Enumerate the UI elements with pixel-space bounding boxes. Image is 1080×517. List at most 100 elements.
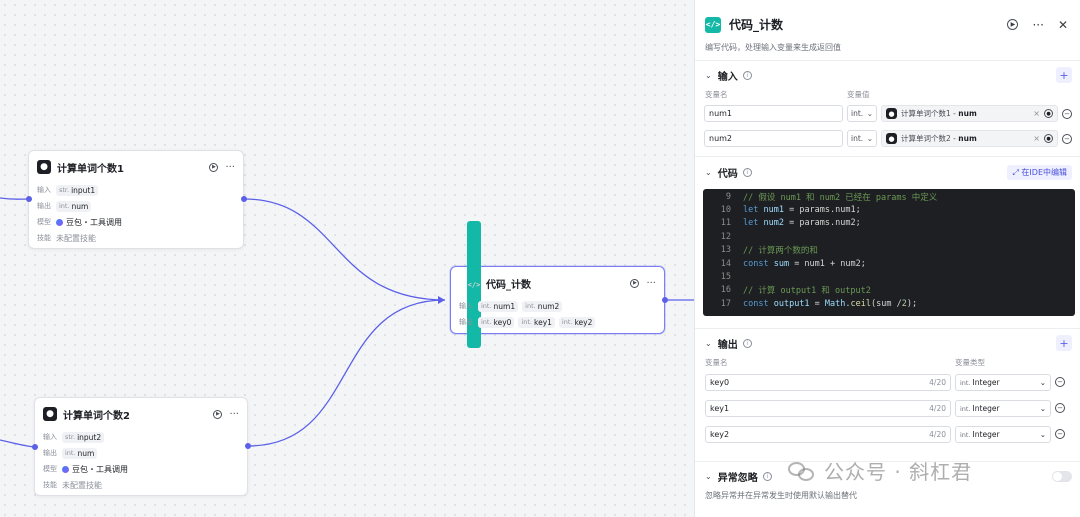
node-model-row: 模型 豆包・工具调用 <box>43 464 128 474</box>
input-section-header: ⌄ 输入 i + <box>695 61 1080 89</box>
output-tag: int. key0 <box>478 316 515 328</box>
input-type-select[interactable]: int. ⌄ <box>847 130 877 147</box>
code-line: 13// 计算两个数的和 <box>720 245 818 257</box>
chevron-down-icon[interactable]: ⌄ <box>705 168 712 177</box>
clear-icon[interactable]: × <box>1033 134 1040 143</box>
output-row: key2 4/20 int. Integer ⌄ − <box>695 421 1080 447</box>
add-output-button[interactable]: + <box>1056 335 1072 351</box>
info-icon[interactable]: i <box>742 167 752 177</box>
input-type-select[interactable]: int. ⌄ <box>847 105 877 122</box>
node-output-row: 输出 int. num <box>37 198 235 214</box>
target-icon[interactable]: ● <box>1044 134 1053 143</box>
chevron-down-icon: ⌄ <box>1039 429 1046 439</box>
more-icon[interactable]: ··· <box>646 278 656 289</box>
node-title: 计算单词个数1 <box>57 163 124 175</box>
bot-icon: ● <box>886 108 897 119</box>
code-editor[interactable]: 9// 假设 num1 和 num2 已经在 params 中定义 10 let … <box>703 189 1075 316</box>
ignore-error-toggle[interactable] <box>1052 470 1072 482</box>
model-icon <box>62 465 69 473</box>
code-icon: </> <box>467 220 481 348</box>
port-out-count2[interactable] <box>245 443 251 449</box>
model-icon <box>56 218 63 226</box>
input-column-headers: 变量名 变量值 <box>705 90 870 99</box>
output-type-select[interactable]: int. Integer ⌄ <box>955 399 1051 417</box>
remove-input-button[interactable]: − <box>1062 133 1072 144</box>
edge-in-count2 <box>0 439 36 448</box>
output-section-header: ⌄ 输出 i + <box>695 329 1080 357</box>
remove-output-button[interactable]: − <box>1055 377 1065 387</box>
panel-description: 编写代码，处理输入变量来生成返回值 <box>705 43 841 52</box>
remove-output-button[interactable]: − <box>1055 429 1065 439</box>
code-line: 9// 假设 num1 和 num2 已经在 params 中定义 <box>725 191 938 203</box>
run-icon[interactable]: ▶ <box>1007 19 1019 30</box>
chevron-down-icon: ⌄ <box>866 134 873 143</box>
edge-in-count1 <box>0 197 30 200</box>
chevron-down-icon[interactable]: ⌄ <box>705 472 712 481</box>
code-line: 15 <box>720 272 731 283</box>
chevron-down-icon[interactable]: ⌄ <box>705 71 712 80</box>
run-icon[interactable]: ▶ <box>213 409 223 419</box>
chevron-down-icon: ⌄ <box>1039 377 1046 387</box>
node-config-panel: </> 代码_计数 ▶ ··· ✕ 编写代码，处理输入变量来生成返回值 ⌄ 输入… <box>694 0 1080 517</box>
node-title: 代码_计数 <box>486 279 531 291</box>
input-row: num2 int. ⌄ ● 计算单词个数2 - num × ● − <box>695 126 1080 151</box>
add-input-button[interactable]: + <box>1056 67 1072 83</box>
input-reference-field[interactable]: ● 计算单词个数1 - num × ● <box>881 105 1058 122</box>
run-icon[interactable]: ▶ <box>630 278 640 288</box>
output-type-select[interactable]: int. Integer ⌄ <box>955 425 1051 443</box>
info-icon[interactable]: i <box>762 471 772 481</box>
node-model-row: 模型 豆包・工具调用 <box>37 217 122 227</box>
watermark: 公众号 · 斜杠君 <box>788 456 972 485</box>
code-line: 14 const sum = num1 + num2; <box>720 258 866 269</box>
output-tag: int. num <box>62 447 98 459</box>
close-icon[interactable]: ✕ <box>1058 18 1068 32</box>
port-in-count1[interactable] <box>26 196 32 202</box>
input-name-field[interactable]: num2 <box>704 130 843 147</box>
chevron-down-icon[interactable]: ⌄ <box>705 339 712 348</box>
output-name-field[interactable]: key1 4/20 <box>705 399 951 417</box>
node-output-row: 输出 int. num <box>43 445 239 461</box>
input-tag: int. num1 <box>478 300 519 312</box>
remove-output-button[interactable]: − <box>1055 403 1065 413</box>
code-line: 16// 计算 output1 和 output2 <box>720 285 871 297</box>
port-out-count1[interactable] <box>241 196 247 202</box>
input-tag: str. input1 <box>56 184 99 196</box>
output-name-field[interactable]: key2 4/20 <box>705 425 951 443</box>
clear-icon[interactable]: × <box>1033 109 1040 118</box>
port-in-count2[interactable] <box>32 444 38 450</box>
workflow-canvas[interactable]: ● 计算单词个数1 ▶ ··· 输入 str. input1 输出 int. num… <box>0 0 694 517</box>
input-tag: int. num2 <box>522 300 563 312</box>
info-icon[interactable]: i <box>742 338 752 348</box>
output-name-field[interactable]: key0 4/20 <box>705 373 951 391</box>
port-out-code[interactable] <box>662 297 668 303</box>
output-row: key0 4/20 int. Integer ⌄ − <box>695 369 1080 395</box>
node-count-words-2[interactable]: ● 计算单词个数2 ▶ ··· 输入 str. input2 输出 int. num… <box>34 397 248 496</box>
code-line: 17 const output1 = Math. ceil (sum / 2); <box>720 298 918 309</box>
code-line: 12 <box>720 231 731 242</box>
info-icon[interactable]: i <box>742 70 752 80</box>
target-icon[interactable]: ● <box>1044 109 1053 118</box>
edge-count2-code <box>247 299 446 447</box>
node-code-count[interactable]: </> 代码_计数 ▶ ··· 输入 int. num1 int. num2 输出 … <box>450 220 665 348</box>
code-line: 11 let num2 = params.num2; <box>720 218 861 229</box>
output-column-headers: 变量名 变量类型 <box>705 358 985 367</box>
edge-count1-code <box>243 198 446 301</box>
node-count-words-1[interactable]: ● 计算单词个数1 ▶ ··· 输入 str. input1 输出 int. num… <box>28 150 244 249</box>
remove-input-button[interactable]: − <box>1062 108 1072 119</box>
code-line: 10 let num1 = params.num1; <box>720 205 861 216</box>
input-name-field[interactable]: num1 <box>704 105 843 122</box>
node-title: 计算单词个数2 <box>63 410 130 422</box>
output-type-select[interactable]: int. Integer ⌄ <box>955 373 1051 391</box>
more-icon[interactable]: ··· <box>225 162 235 173</box>
run-icon[interactable]: ▶ <box>209 162 219 172</box>
more-icon[interactable]: ··· <box>229 409 239 420</box>
input-reference-field[interactable]: ● 计算单词个数2 - num × ● <box>881 130 1058 147</box>
node-skill-row: 技能 未配置技能 <box>43 480 102 490</box>
node-skill-row: 技能 未配置技能 <box>37 233 96 243</box>
error-description: 忽略异常并在异常发生时使用默认输出替代 <box>705 491 857 500</box>
node-output-row: 输出 int. key0 int. key1 int. key2 <box>459 314 656 330</box>
edit-in-ide-button[interactable]: ⤢ 在IDE中编辑 <box>1007 164 1072 180</box>
panel-title: 代码_计数 <box>729 18 784 32</box>
node-input-row: 输入 str. input1 <box>37 182 235 198</box>
more-icon[interactable]: ··· <box>1032 18 1043 32</box>
